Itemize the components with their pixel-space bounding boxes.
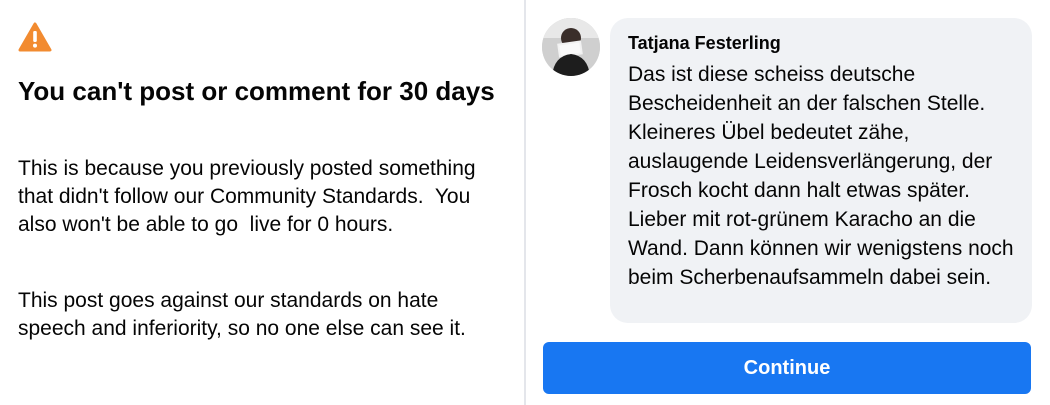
avatar (542, 18, 600, 76)
continue-button[interactable]: Continue (543, 342, 1031, 394)
restriction-title: You can't post or comment for 30 days (18, 76, 495, 106)
comment-text: Das ist diese scheiss deutsche Bescheide… (628, 63, 1014, 289)
profile-photo-avatar (542, 18, 600, 76)
restriction-dialog: You can't post or comment for 30 days Th… (0, 0, 1050, 405)
restriction-detail-text: This post goes against our standards on … (18, 289, 466, 340)
comment-author-name: Tatjana Festerling (628, 33, 781, 53)
restriction-notice: You can't post or comment for 30 days Th… (0, 0, 524, 405)
restriction-reason-text: This is because you previously posted so… (18, 157, 482, 236)
flagged-comment-panel: Tatjana Festerling Das ist diese scheiss… (526, 0, 1050, 405)
warning-triangle-icon (18, 22, 52, 52)
comment-bubble: Tatjana Festerling Das ist diese scheiss… (610, 18, 1032, 323)
